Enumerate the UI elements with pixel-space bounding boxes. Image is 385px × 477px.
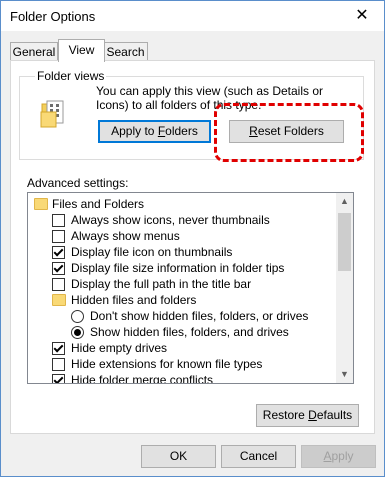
annotation-highlight [214,103,364,162]
checkbox-file-size-info[interactable] [52,262,65,275]
apply-to-folders-label-pre: Apply to [111,124,158,138]
apply-to-folders-label-post: olders [165,124,198,138]
checkbox-hide-extensions[interactable] [52,358,65,371]
radio-dont-show-hidden[interactable] [71,310,84,323]
restore-defaults-label-pre: Restore [262,408,309,422]
folder-options-dialog: Folder Options ✕ General View Search Fol… [0,0,385,477]
folder-icon [52,294,66,306]
restore-defaults-label-accel: D [308,408,317,422]
apply-button[interactable]: Apply [301,445,376,468]
checkbox-hide-empty-drives[interactable] [52,342,65,355]
folder-views-icon [37,98,69,130]
vertical-scrollbar[interactable]: ▲ ▼ [336,193,353,383]
list-item-label: Hide empty drives [71,341,168,355]
close-icon[interactable]: ✕ [340,1,384,31]
folder-views-label: Folder views [35,69,107,83]
checkbox-full-path-title-bar[interactable] [52,278,65,291]
list-item-label: Don't show hidden files, folders, or dri… [90,309,309,323]
scroll-down-icon[interactable]: ▼ [336,366,353,383]
list-item-label: Show hidden files, folders, and drives [90,325,289,339]
tab-search[interactable]: Search [103,42,148,61]
tab-view[interactable]: View [58,39,105,62]
radio-show-hidden[interactable] [71,326,84,339]
list-item-label: Always show menus [71,229,180,243]
list-item-label: Display file size information in folder … [71,261,285,275]
dialog-footer: OK Cancel Apply [1,441,384,476]
cancel-button[interactable]: Cancel [221,445,296,468]
window-title: Folder Options [10,9,96,24]
restore-defaults-label-post: efaults [316,408,353,422]
list-item-label: Always show icons, never thumbnails [71,213,270,227]
checkbox-hide-folder-merge-conflicts[interactable] [52,374,65,383]
list-item-label: Hide folder merge conflicts [71,373,214,384]
list-item-label: Display the full path in the title bar [71,277,252,291]
advanced-settings-list[interactable]: Files and Folders Always show icons, nev… [27,192,354,384]
apply-to-folders-button[interactable]: Apply to Folders [98,120,211,143]
folder-icon [34,198,48,210]
scroll-up-icon[interactable]: ▲ [336,193,353,210]
list-item-label: Files and Folders [52,197,145,211]
checkbox-always-show-menus[interactable] [52,230,65,243]
title-bar: Folder Options ✕ [1,1,384,31]
scrollbar-thumb[interactable] [338,213,351,271]
list-item-label: Hidden files and folders [71,293,197,307]
list-item-label: Display file icon on thumbnails [71,245,233,259]
tab-general[interactable]: General [10,42,58,61]
ok-button[interactable]: OK [141,445,216,468]
checkbox-always-show-icons[interactable] [52,214,65,227]
checkbox-file-icon-on-thumbnails[interactable] [52,246,65,259]
restore-defaults-button[interactable]: Restore Defaults [256,404,359,427]
apply-label-post: pply [331,449,354,463]
list-item-label: Hide extensions for known file types [71,357,263,371]
apply-label-accel: A [323,449,332,463]
advanced-settings-label: Advanced settings: [27,176,129,190]
